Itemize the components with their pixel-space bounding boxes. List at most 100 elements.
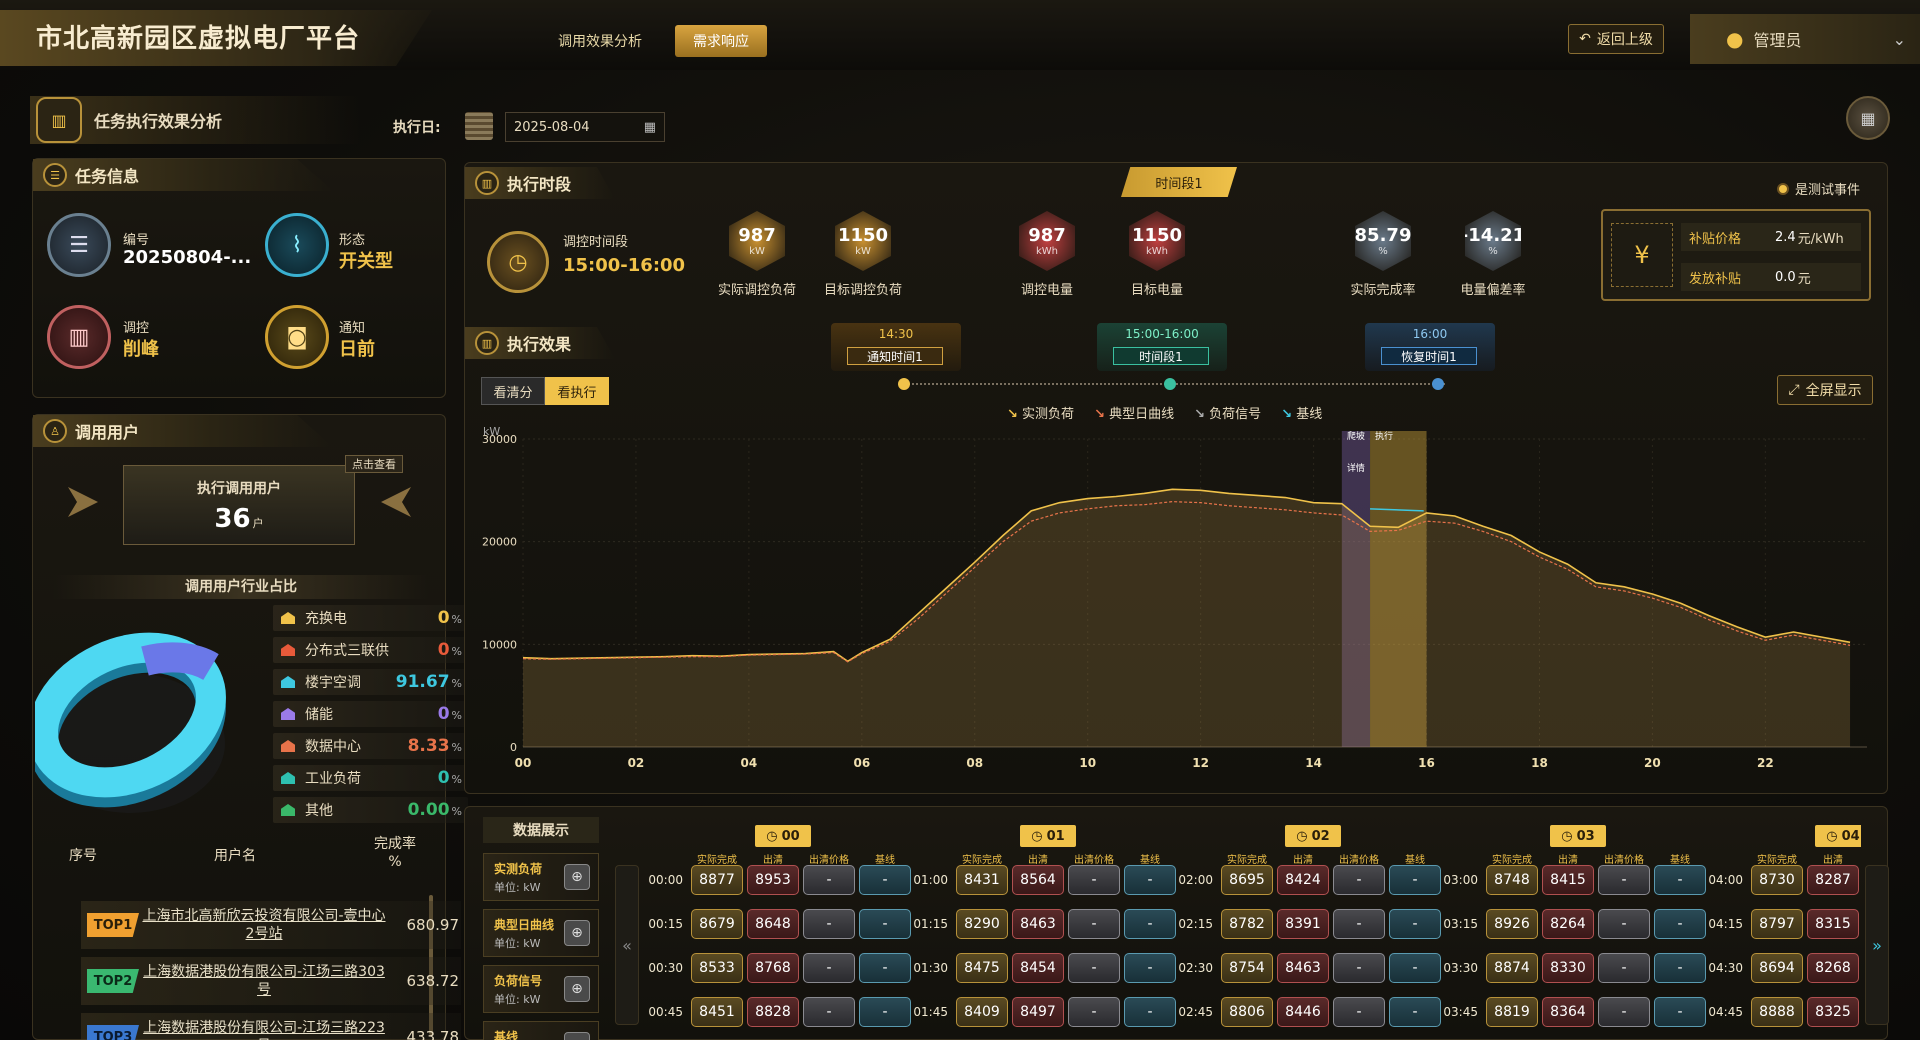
actual-cell[interactable]: 8679: [691, 909, 743, 939]
actual-cell[interactable]: 8754: [1221, 953, 1273, 983]
price-cell[interactable]: -: [1068, 909, 1120, 939]
data-series-tab[interactable]: 基线⊕: [483, 1021, 599, 1040]
period-tag[interactable]: 时间段1: [1121, 167, 1237, 197]
actual-cell[interactable]: 8475: [956, 953, 1008, 983]
baseline-cell[interactable]: -: [859, 865, 911, 895]
actual-cell[interactable]: 8748: [1486, 865, 1538, 895]
clear-cell[interactable]: 8828: [747, 997, 799, 1027]
user-name-link[interactable]: 上海数据港股份有限公司-江场三路223号: [139, 1019, 389, 1040]
baseline-cell[interactable]: -: [1389, 909, 1441, 939]
clear-cell[interactable]: 8648: [747, 909, 799, 939]
clear-cell[interactable]: 8391: [1277, 909, 1329, 939]
actual-cell[interactable]: 8695: [1221, 865, 1273, 895]
zoom-in-icon[interactable]: ⊕: [564, 864, 590, 890]
scroll-left-button[interactable]: «: [615, 865, 639, 1025]
zoom-in-icon[interactable]: ⊕: [564, 1032, 590, 1040]
clear-cell[interactable]: 8463: [1277, 953, 1329, 983]
clear-cell[interactable]: 8564: [1012, 865, 1064, 895]
user-name-link[interactable]: 上海数据港股份有限公司-江场三路303号: [139, 963, 389, 999]
price-cell[interactable]: -: [1068, 953, 1120, 983]
price-cell[interactable]: -: [1068, 997, 1120, 1027]
actual-cell[interactable]: 8819: [1486, 997, 1538, 1027]
user-menu[interactable]: ● 管理员 ⌄: [1690, 14, 1920, 64]
fullscreen-button[interactable]: ⤢ 全屏显示: [1777, 375, 1873, 405]
scroll-right-button[interactable]: »: [1865, 865, 1889, 1025]
clear-cell[interactable]: 8315: [1807, 909, 1859, 939]
baseline-cell[interactable]: -: [859, 909, 911, 939]
table-row[interactable]: TOP2 上海数据港股份有限公司-江场三路303号 638.72: [81, 957, 461, 1005]
baseline-cell[interactable]: -: [1124, 953, 1176, 983]
price-cell[interactable]: -: [1333, 997, 1385, 1027]
baseline-cell[interactable]: -: [859, 953, 911, 983]
price-cell[interactable]: -: [803, 953, 855, 983]
clear-cell[interactable]: 8264: [1542, 909, 1594, 939]
price-cell[interactable]: -: [1598, 997, 1650, 1027]
actual-cell[interactable]: 8877: [691, 865, 743, 895]
zoom-in-icon[interactable]: ⊕: [564, 976, 590, 1002]
baseline-cell[interactable]: -: [1389, 953, 1441, 983]
actual-cell[interactable]: 8797: [1751, 909, 1803, 939]
actual-cell[interactable]: 8806: [1221, 997, 1273, 1027]
price-cell[interactable]: -: [1333, 865, 1385, 895]
clear-cell[interactable]: 8424: [1277, 865, 1329, 895]
actual-cell[interactable]: 8451: [691, 997, 743, 1027]
baseline-cell[interactable]: -: [1124, 865, 1176, 895]
actual-cell[interactable]: 8694: [1751, 953, 1803, 983]
price-cell[interactable]: -: [1598, 909, 1650, 939]
actual-cell[interactable]: 8409: [956, 997, 1008, 1027]
clear-cell[interactable]: 8446: [1277, 997, 1329, 1027]
table-row[interactable]: TOP1 上海市北高新欣云投资有限公司-壹中心2号站 680.97: [81, 901, 461, 949]
tab-execution[interactable]: 看执行: [545, 377, 609, 405]
clear-cell[interactable]: 8454: [1012, 953, 1064, 983]
actual-cell[interactable]: 8874: [1486, 953, 1538, 983]
nav-tab-demand[interactable]: 需求响应: [675, 25, 767, 57]
baseline-cell[interactable]: -: [1389, 865, 1441, 895]
baseline-cell[interactable]: -: [1389, 997, 1441, 1027]
actual-cell[interactable]: 8782: [1221, 909, 1273, 939]
grid-view-icon[interactable]: ▦: [1846, 96, 1890, 140]
clear-cell[interactable]: 8287: [1807, 865, 1859, 895]
baseline-cell[interactable]: -: [1654, 953, 1706, 983]
baseline-cell[interactable]: -: [1654, 909, 1706, 939]
timeline-dot-recover[interactable]: [1432, 378, 1444, 390]
price-cell[interactable]: -: [1333, 953, 1385, 983]
clear-cell[interactable]: 8268: [1807, 953, 1859, 983]
baseline-cell[interactable]: -: [1124, 997, 1176, 1027]
price-cell[interactable]: -: [1598, 953, 1650, 983]
clear-cell[interactable]: 8497: [1012, 997, 1064, 1027]
actual-cell[interactable]: 8431: [956, 865, 1008, 895]
nav-tab-analysis[interactable]: 调用效果分析: [540, 25, 660, 57]
data-series-tab[interactable]: 实测负荷 单位: kW ⊕: [483, 853, 599, 901]
data-series-tab[interactable]: 负荷信号 单位: kW ⊕: [483, 965, 599, 1013]
user-name-link[interactable]: 上海市北高新欣云投资有限公司-壹中心2号站: [139, 907, 389, 943]
zoom-in-icon[interactable]: ⊕: [564, 920, 590, 946]
baseline-cell[interactable]: -: [859, 997, 911, 1027]
timeline-dot-period[interactable]: [1164, 378, 1176, 390]
back-button[interactable]: ↶ 返回上级: [1568, 24, 1664, 54]
actual-cell[interactable]: 8533: [691, 953, 743, 983]
actual-cell[interactable]: 8888: [1751, 997, 1803, 1027]
baseline-cell[interactable]: -: [1654, 997, 1706, 1027]
clear-cell[interactable]: 8325: [1807, 997, 1859, 1027]
baseline-cell[interactable]: -: [1124, 909, 1176, 939]
table-row[interactable]: TOP3上海数据港股份有限公司-江场三路223号 433.78: [81, 1013, 461, 1040]
clear-cell[interactable]: 8953: [747, 865, 799, 895]
price-cell[interactable]: -: [803, 865, 855, 895]
actual-cell[interactable]: 8730: [1751, 865, 1803, 895]
clear-cell[interactable]: 8768: [747, 953, 799, 983]
tab-clearing[interactable]: 看清分: [481, 377, 545, 405]
date-picker[interactable]: 2025-08-04 ▦: [505, 112, 665, 142]
price-cell[interactable]: -: [1333, 909, 1385, 939]
clear-cell[interactable]: 8364: [1542, 997, 1594, 1027]
price-cell[interactable]: -: [1068, 865, 1120, 895]
data-series-tab[interactable]: 典型日曲线 单位: kW ⊕: [483, 909, 599, 957]
price-cell[interactable]: -: [1598, 865, 1650, 895]
view-details-button[interactable]: 点击查看: [345, 455, 403, 473]
clear-cell[interactable]: 8463: [1012, 909, 1064, 939]
clear-cell[interactable]: 8415: [1542, 865, 1594, 895]
price-cell[interactable]: -: [803, 909, 855, 939]
actual-cell[interactable]: 8290: [956, 909, 1008, 939]
timeline-dot-notify[interactable]: [898, 378, 910, 390]
clear-cell[interactable]: 8330: [1542, 953, 1594, 983]
price-cell[interactable]: -: [803, 997, 855, 1027]
